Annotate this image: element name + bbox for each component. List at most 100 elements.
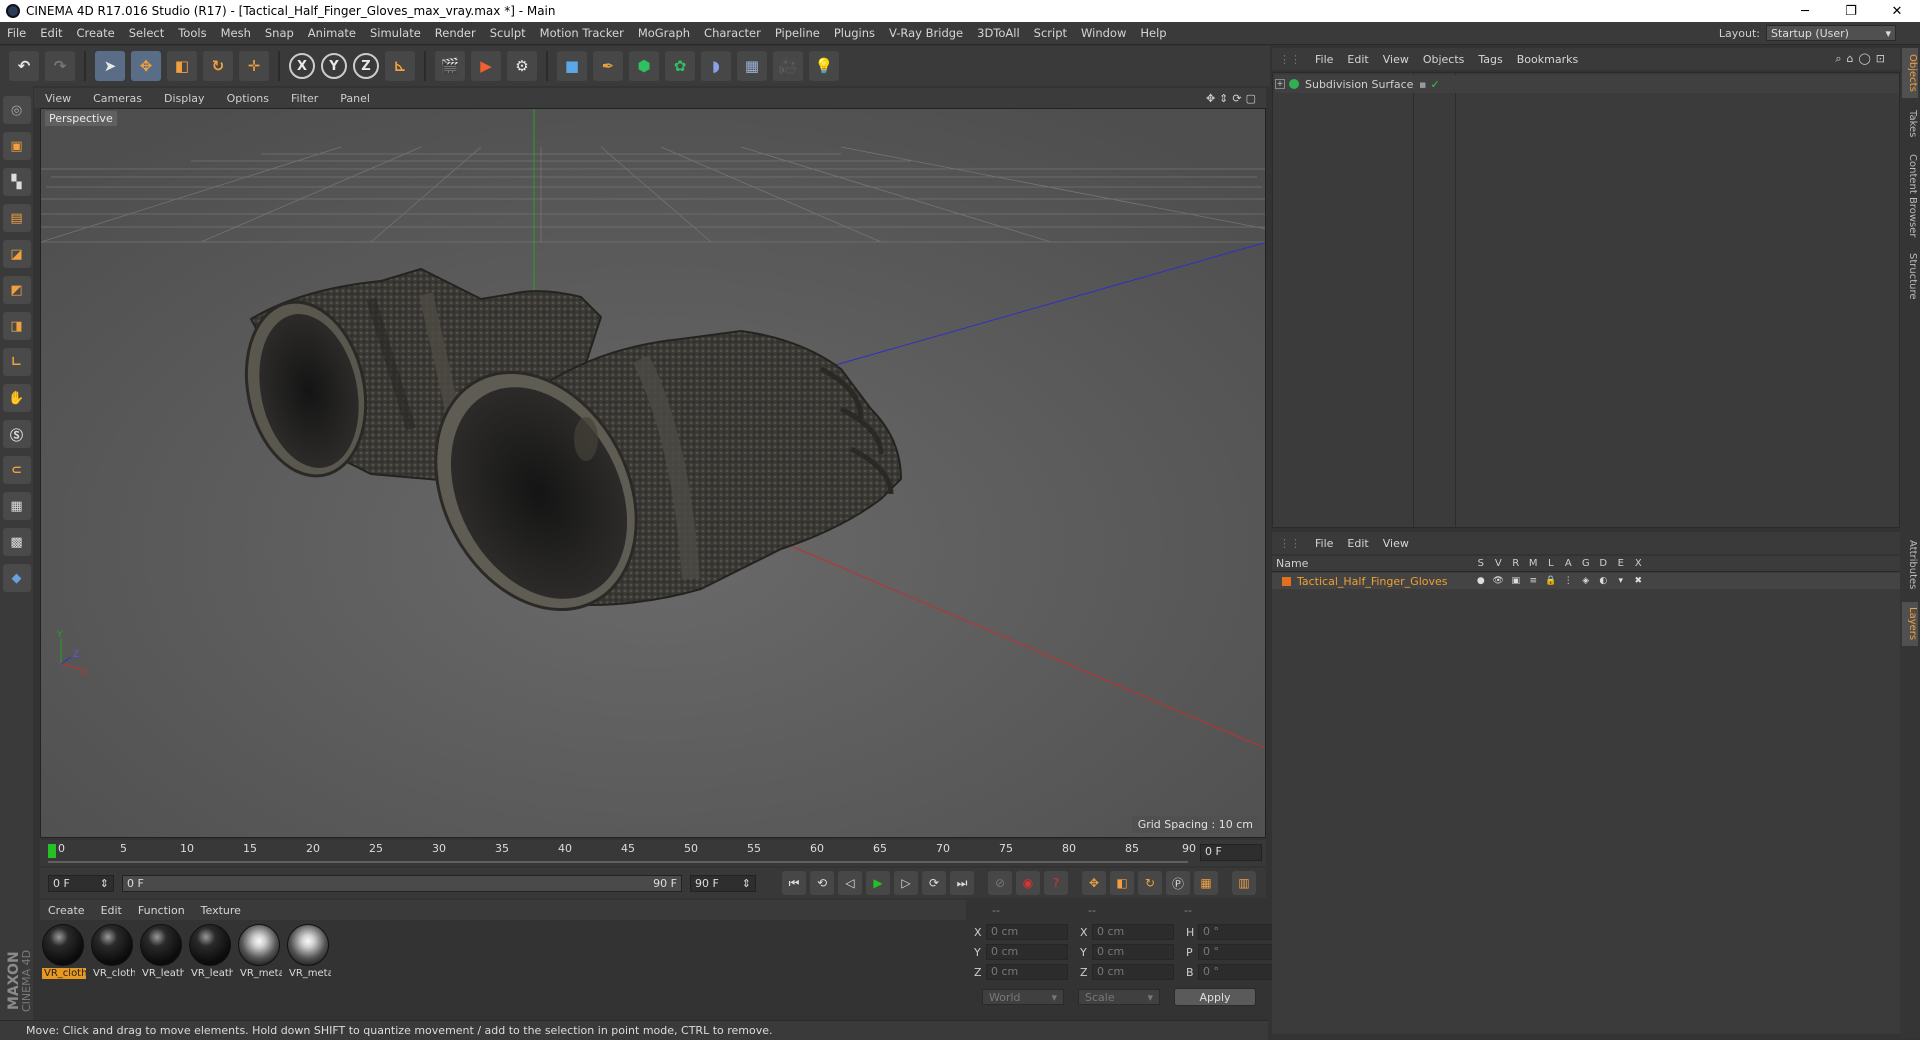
- planar-workplane-icon[interactable]: ▩: [2, 528, 31, 556]
- size-z-field[interactable]: 0 cm: [1092, 964, 1174, 980]
- menu-animate[interactable]: Animate: [301, 26, 363, 40]
- menu-select[interactable]: Select: [122, 26, 171, 40]
- animation-toggle-icon[interactable]: ⋮: [1560, 576, 1578, 586]
- size-y-field[interactable]: 0 cm: [1092, 944, 1174, 960]
- object-menu-bookmarks[interactable]: Bookmarks: [1510, 53, 1585, 66]
- viewport-menu-options[interactable]: Options: [216, 92, 280, 105]
- redo-icon[interactable]: ↷: [45, 51, 75, 81]
- viewport-menu-filter[interactable]: Filter: [280, 92, 329, 105]
- pen-icon[interactable]: ✒: [593, 51, 623, 81]
- axis-mode-icon[interactable]: ∟: [2, 348, 31, 376]
- timeline-window-icon[interactable]: ▥: [1232, 871, 1256, 895]
- previous-key-icon[interactable]: ⟲: [810, 871, 834, 895]
- menu-simulate[interactable]: Simulate: [363, 26, 428, 40]
- material-menu-create[interactable]: Create: [40, 904, 93, 917]
- mograph-cloner-icon[interactable]: ✿: [665, 51, 695, 81]
- menu-file[interactable]: File: [0, 26, 33, 40]
- timeline-ruler[interactable]: 0 5 10 15 20 25 30 35 40 45 50 55 60 65 …: [40, 840, 1266, 866]
- menu-edit[interactable]: Edit: [33, 26, 69, 40]
- material-menu-texture[interactable]: Texture: [193, 904, 249, 917]
- menu-help[interactable]: Help: [1133, 26, 1173, 40]
- material-swatch[interactable]: VR_leath: [140, 924, 184, 979]
- coordinate-mode-dropdown[interactable]: World ▾: [982, 989, 1064, 1005]
- frame-range-slider[interactable]: 0 F 90 F: [122, 874, 682, 892]
- minimize-button[interactable]: ─: [1782, 4, 1828, 19]
- close-button[interactable]: ✕: [1874, 4, 1920, 19]
- locked-toggle-icon[interactable]: 🔒: [1542, 576, 1560, 586]
- tab-takes[interactable]: Takes: [1902, 104, 1918, 144]
- object-row-subdivision-surface[interactable]: + Subdivision Surface ▪ ✓: [1275, 75, 1899, 93]
- key-rotation-icon[interactable]: ↻: [1138, 871, 1162, 895]
- render-view-icon[interactable]: 🎬: [435, 51, 465, 81]
- next-key-icon[interactable]: ⟳: [922, 871, 946, 895]
- deformer-icon[interactable]: ◗: [701, 51, 731, 81]
- menu-script[interactable]: Script: [1027, 26, 1074, 40]
- edit-render-settings-icon[interactable]: ⚙: [507, 51, 537, 81]
- material-swatch[interactable]: VR_meta: [287, 924, 331, 979]
- menu-sculpt[interactable]: Sculpt: [483, 26, 533, 40]
- material-menu-edit[interactable]: Edit: [93, 904, 130, 917]
- manager-toggle-icon[interactable]: ≡: [1525, 576, 1543, 586]
- end-frame-field[interactable]: 90 F ⇕: [690, 874, 756, 892]
- make-editable-icon[interactable]: ◎: [2, 96, 31, 124]
- tab-content-browser[interactable]: Content Browser: [1902, 148, 1918, 243]
- layer-color-swatch[interactable]: [1282, 576, 1291, 586]
- menu-tools[interactable]: Tools: [171, 26, 213, 40]
- previous-frame-icon[interactable]: ◁: [838, 871, 862, 895]
- layer-menu-file[interactable]: File: [1308, 537, 1340, 550]
- axis-y-icon[interactable]: Y: [321, 53, 347, 79]
- solo-toggle-icon[interactable]: ●: [1472, 576, 1490, 586]
- viewport-menu-cameras[interactable]: Cameras: [82, 92, 153, 105]
- move-icon[interactable]: ✥: [131, 51, 161, 81]
- camera-icon[interactable]: 🎥: [773, 51, 803, 81]
- layer-row[interactable]: Tactical_Half_Finger_Gloves ● 👁 ▣ ≡ 🔒 ⋮ …: [1272, 573, 1900, 589]
- layer-menu-edit[interactable]: Edit: [1340, 537, 1375, 550]
- expressions-toggle-icon[interactable]: ▾: [1612, 576, 1630, 586]
- record-icon[interactable]: ◉: [1016, 871, 1040, 895]
- tab-objects[interactable]: Objects: [1902, 48, 1918, 98]
- material-swatch[interactable]: VR_leath: [189, 924, 233, 979]
- tab-attributes[interactable]: Attributes: [1902, 532, 1918, 598]
- render-picture-viewer-icon[interactable]: ▶: [471, 51, 501, 81]
- rotation-h-field[interactable]: 0 °: [1198, 924, 1276, 940]
- key-position-icon[interactable]: ✥: [1082, 871, 1106, 895]
- restore-button[interactable]: ❐: [1828, 4, 1874, 19]
- key-parameter-icon[interactable]: Ⓟ: [1166, 871, 1190, 895]
- visible-editor-icon[interactable]: 👁: [1490, 576, 1508, 586]
- material-swatch[interactable]: VR_meta: [238, 924, 282, 979]
- autokey-icon[interactable]: ?: [1044, 871, 1068, 895]
- menu-snap[interactable]: Snap: [258, 26, 301, 40]
- coordinate-system-icon[interactable]: ⊾: [385, 51, 415, 81]
- tab-structure[interactable]: Structure: [1902, 246, 1918, 306]
- panel-grip-icon[interactable]: ⋮⋮: [1272, 53, 1308, 66]
- object-menu-file[interactable]: File: [1308, 53, 1340, 66]
- texture-mode-icon[interactable]: ▚: [2, 168, 31, 196]
- subdivision-icon[interactable]: ⬢: [629, 51, 659, 81]
- material-swatch[interactable]: VR_cloth: [91, 924, 135, 979]
- floor-icon[interactable]: ▦: [737, 51, 767, 81]
- layer-menu-view[interactable]: View: [1376, 537, 1416, 550]
- menu-render[interactable]: Render: [428, 26, 483, 40]
- menu-vray-bridge[interactable]: V-Ray Bridge: [882, 26, 970, 40]
- visible-render-icon[interactable]: ▣: [1507, 576, 1525, 586]
- start-frame-field[interactable]: 0 F ⇕: [48, 874, 114, 892]
- menu-motion-tracker[interactable]: Motion Tracker: [533, 26, 631, 40]
- tab-layers[interactable]: Layers: [1902, 602, 1918, 646]
- object-menu-view[interactable]: View: [1376, 53, 1416, 66]
- menu-3dtoall[interactable]: 3DToAll: [970, 26, 1027, 40]
- cube-icon[interactable]: ■: [557, 51, 587, 81]
- material-menu-function[interactable]: Function: [130, 904, 193, 917]
- position-x-field[interactable]: 0 cm: [986, 924, 1068, 940]
- viewport-menu-view[interactable]: View: [34, 92, 82, 105]
- viewport-camera-label[interactable]: Perspective: [45, 111, 117, 126]
- edges-mode-icon[interactable]: ◩: [2, 276, 31, 304]
- keyframe-selection-icon[interactable]: ⊘: [988, 871, 1012, 895]
- menu-create[interactable]: Create: [70, 26, 122, 40]
- select-arrow-icon[interactable]: ➤: [95, 51, 125, 81]
- enabled-check-icon[interactable]: ✓: [1430, 78, 1439, 91]
- apply-button[interactable]: Apply: [1174, 988, 1256, 1006]
- rotate-icon[interactable]: ↻: [203, 51, 233, 81]
- key-pla-icon[interactable]: ▦: [1194, 871, 1218, 895]
- menu-window[interactable]: Window: [1074, 26, 1133, 40]
- scale-icon[interactable]: ◧: [167, 51, 197, 81]
